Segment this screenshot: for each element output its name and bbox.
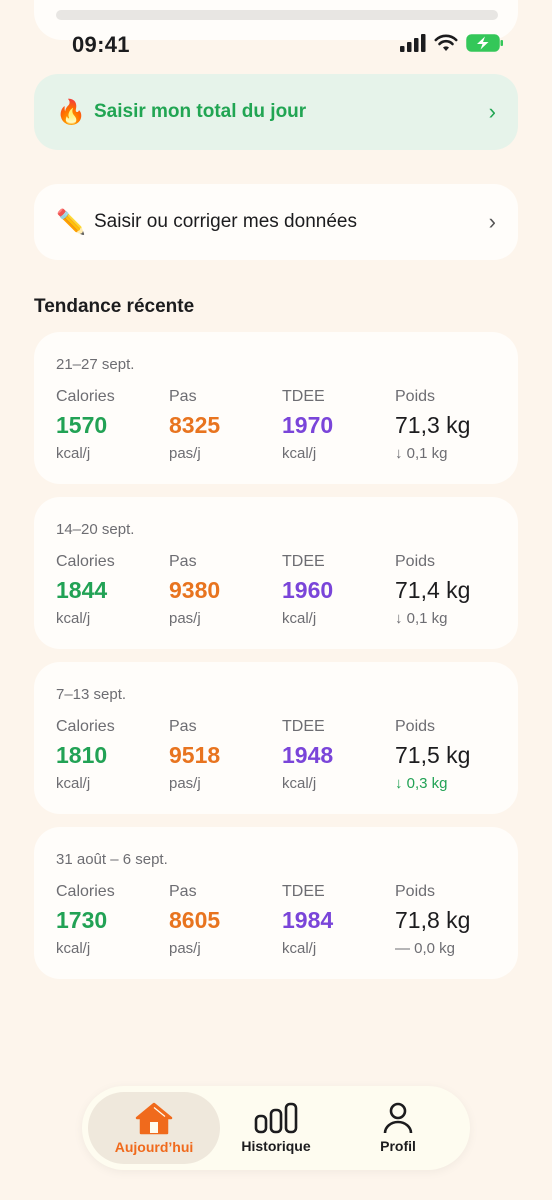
tdee-stat: TDEE 1948 kcal/j [282, 718, 392, 792]
stat-value: 1970 [282, 412, 334, 438]
weight-delta: ↓ 0,3 kg [395, 775, 448, 792]
weight-stat: Poids 71,8 kg — 0,0 kg [395, 883, 505, 957]
stat-value: 8325 [169, 412, 221, 438]
edit-data-button[interactable]: ✏️ Saisir ou corriger mes données › [34, 184, 518, 260]
stat-label: Poids [395, 883, 436, 900]
stat-value: 71,4 kg [395, 577, 471, 603]
weight-delta: ↓ 0,1 kg [395, 610, 448, 627]
stat-value: 9518 [169, 742, 221, 768]
stat-label: Poids [395, 718, 436, 735]
steps-stat: Pas 9380 pas/j [169, 553, 279, 627]
home-icon [135, 1102, 173, 1135]
stat-value: 1810 [56, 742, 108, 768]
stat-value: 1730 [56, 907, 108, 933]
week-card[interactable]: 14–20 sept. Calories 1844 kcal/j Pas 938… [34, 497, 518, 649]
stat-label: Calories [56, 553, 115, 570]
fire-icon: 🔥 [56, 98, 86, 126]
log-daily-total-label: Saisir mon total du jour [94, 101, 307, 122]
stat-label: Calories [56, 718, 115, 735]
stat-value: 1844 [56, 577, 108, 603]
status-icons [400, 34, 504, 52]
signal-icon [400, 34, 426, 52]
tdee-stat: TDEE 1960 kcal/j [282, 553, 392, 627]
stat-label: Pas [169, 883, 197, 900]
weight-stat: Poids 71,5 kg ↓ 0,3 kg [395, 718, 505, 792]
stat-label: Calories [56, 388, 115, 405]
stat-value: 1948 [282, 742, 334, 768]
chevron-right-icon: › [488, 209, 496, 234]
stat-value: 1960 [282, 577, 334, 603]
today-screen: 09:41 🔥 Saisir mon total du jour › ✏️ Sa… [0, 0, 552, 1200]
stat-unit: kcal/j [282, 445, 317, 462]
stat-label: TDEE [282, 388, 325, 405]
week-range: 31 août – 6 sept. [56, 851, 168, 868]
stat-value: 71,5 kg [395, 742, 471, 768]
status-time: 09:41 [72, 32, 130, 57]
steps-stat: Pas 9518 pas/j [169, 718, 279, 792]
nav-item-today[interactable]: Aujourd’hui [88, 1092, 220, 1164]
week-range: 21–27 sept. [56, 356, 135, 373]
nav-label: Historique [241, 1138, 311, 1154]
stat-value: 71,8 kg [395, 907, 471, 933]
stat-unit: pas/j [169, 940, 201, 957]
stat-label: Pas [169, 388, 197, 405]
stat-label: TDEE [282, 883, 325, 900]
wifi-icon [434, 34, 458, 51]
tdee-stat: TDEE 1970 kcal/j [282, 388, 392, 462]
stat-value: 1570 [56, 412, 108, 438]
stat-label: Calories [56, 883, 115, 900]
stat-label: Pas [169, 718, 197, 735]
stat-label: TDEE [282, 718, 325, 735]
week-card[interactable]: 31 août – 6 sept. Calories 1730 kcal/j P… [34, 827, 518, 979]
week-range: 14–20 sept. [56, 521, 135, 538]
person-icon [383, 1102, 413, 1134]
tdee-stat: TDEE 1984 kcal/j [282, 883, 392, 957]
stat-unit: kcal/j [56, 775, 91, 792]
bottom-nav: Aujourd’hui Historique Profil [82, 1086, 470, 1170]
weight-stat: Poids 71,4 kg ↓ 0,1 kg [395, 553, 505, 627]
stat-value: 8605 [169, 907, 221, 933]
section-title: Tendance récente [34, 296, 195, 317]
stat-label: Pas [169, 553, 197, 570]
stat-unit: pas/j [169, 445, 201, 462]
progress-track [56, 10, 498, 20]
nav-item-profile[interactable]: Profil [332, 1092, 464, 1164]
log-daily-total-button[interactable]: 🔥 Saisir mon total du jour › [34, 74, 518, 150]
stat-unit: kcal/j [282, 775, 317, 792]
stat-label: Poids [395, 553, 436, 570]
battery-charging-icon [466, 34, 503, 52]
week-range: 7–13 sept. [56, 686, 127, 703]
calories-stat: Calories 1810 kcal/j [56, 718, 166, 792]
steps-stat: Pas 8325 pas/j [169, 388, 279, 462]
calories-stat: Calories 1730 kcal/j [56, 883, 166, 957]
stat-unit: kcal/j [56, 445, 91, 462]
weight-delta: — 0,0 kg [395, 940, 456, 957]
stat-unit: kcal/j [56, 610, 91, 627]
weight-stat: Poids 71,3 kg ↓ 0,1 kg [395, 388, 505, 462]
stat-unit: kcal/j [282, 940, 317, 957]
steps-stat: Pas 8605 pas/j [169, 883, 279, 957]
bar-chart-icon [254, 1102, 298, 1134]
stat-unit: pas/j [169, 610, 201, 627]
week-card[interactable]: 7–13 sept. Calories 1810 kcal/j Pas 9518… [34, 662, 518, 814]
stat-unit: pas/j [169, 775, 201, 792]
stat-label: TDEE [282, 553, 325, 570]
pencil-icon: ✏️ [56, 208, 86, 236]
stat-value: 1984 [282, 907, 334, 933]
stat-unit: kcal/j [56, 940, 91, 957]
nav-label: Aujourd’hui [114, 1139, 194, 1155]
edit-data-label: Saisir ou corriger mes données [94, 211, 357, 232]
week-card[interactable]: 21–27 sept. Calories 1570 kcal/j Pas 832… [34, 332, 518, 484]
stat-value: 71,3 kg [395, 412, 471, 438]
chevron-right-icon: › [488, 99, 496, 124]
stat-value: 9380 [169, 577, 221, 603]
status-bar: 09:41 [0, 28, 552, 62]
calories-stat: Calories 1844 kcal/j [56, 553, 166, 627]
weight-delta: ↓ 0,1 kg [395, 445, 448, 462]
nav-item-history[interactable]: Historique [210, 1092, 342, 1164]
stat-unit: kcal/j [282, 610, 317, 627]
nav-label: Profil [380, 1138, 416, 1154]
stat-label: Poids [395, 388, 436, 405]
calories-stat: Calories 1570 kcal/j [56, 388, 166, 462]
